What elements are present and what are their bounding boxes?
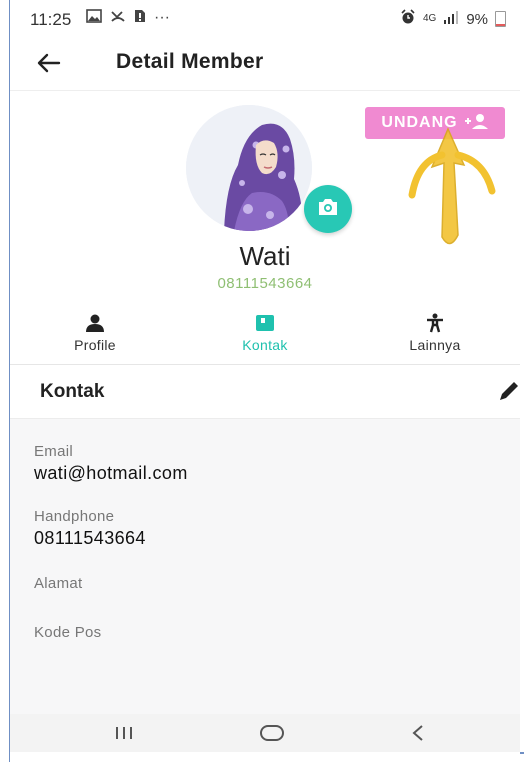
section-title: Kontak xyxy=(40,381,105,402)
page-title: Detail Member xyxy=(116,50,264,73)
handphone-label: Handphone xyxy=(34,508,115,525)
kode-pos-label: Kode Pos xyxy=(34,624,102,641)
tab-profile[interactable]: Profile xyxy=(10,312,180,364)
avatar-container xyxy=(186,105,352,233)
tab-kontak[interactable]: Kontak xyxy=(180,312,350,364)
email-field: Email wati@hotmail.com xyxy=(34,443,188,484)
camera-icon xyxy=(317,198,339,221)
nav-back-icon[interactable] xyxy=(388,714,448,752)
tab-lainnya-label: Lainnya xyxy=(409,337,461,353)
status-bar: 11:25 ··· 4G 9% xyxy=(10,0,520,36)
tabs-divider xyxy=(10,364,520,365)
sim-alert-icon xyxy=(134,9,146,28)
back-arrow-icon[interactable] xyxy=(32,46,66,80)
contact-book-icon xyxy=(254,312,276,334)
phone-screen: 11:25 ··· 4G 9% Detail Member UNDANG Wat… xyxy=(10,0,520,762)
alamat-field: Alamat xyxy=(34,575,83,595)
app-bar: Detail Member xyxy=(10,36,520,91)
notification-icons: ··· xyxy=(86,9,170,28)
accessibility-icon xyxy=(424,312,446,334)
contact-fields: Email wati@hotmail.com Handphone 0811154… xyxy=(10,419,520,714)
kode-pos-field: Kode Pos xyxy=(34,624,101,644)
network-type-icon: 4G xyxy=(422,13,437,24)
handphone-field: Handphone 08111543664 xyxy=(34,508,146,549)
person-icon xyxy=(84,312,106,334)
home-icon[interactable] xyxy=(242,714,302,752)
email-value: wati@hotmail.com xyxy=(34,463,188,483)
alamat-label: Alamat xyxy=(34,575,83,592)
battery-icon xyxy=(495,11,506,27)
recent-apps-icon[interactable] xyxy=(94,714,154,752)
tab-profile-label: Profile xyxy=(74,337,116,353)
tab-bar: Profile Kontak Lainnya xyxy=(10,312,520,364)
contact-section-header: Kontak xyxy=(10,366,520,419)
signal-icon xyxy=(443,10,459,28)
missed-call-icon xyxy=(110,9,126,28)
avatar xyxy=(186,105,312,231)
status-time: 11:25 xyxy=(30,10,72,29)
edit-pencil-icon[interactable] xyxy=(494,378,520,406)
system-nav-bar xyxy=(10,714,520,752)
email-label: Email xyxy=(34,443,74,460)
battery-text: 9% xyxy=(466,10,488,28)
tab-kontak-label: Kontak xyxy=(242,337,288,353)
gallery-icon xyxy=(86,9,102,28)
annotation-arrow-icon xyxy=(408,127,496,245)
more-icon: ··· xyxy=(154,9,170,26)
member-name: Wati xyxy=(239,241,291,271)
member-phone: 08111543664 xyxy=(217,275,313,292)
handphone-value: 08111543664 xyxy=(34,528,146,548)
tab-lainnya[interactable]: Lainnya xyxy=(350,312,520,364)
system-status-icons: 4G 9% xyxy=(400,9,506,29)
alarm-icon xyxy=(400,9,416,29)
change-photo-button[interactable] xyxy=(304,185,352,233)
